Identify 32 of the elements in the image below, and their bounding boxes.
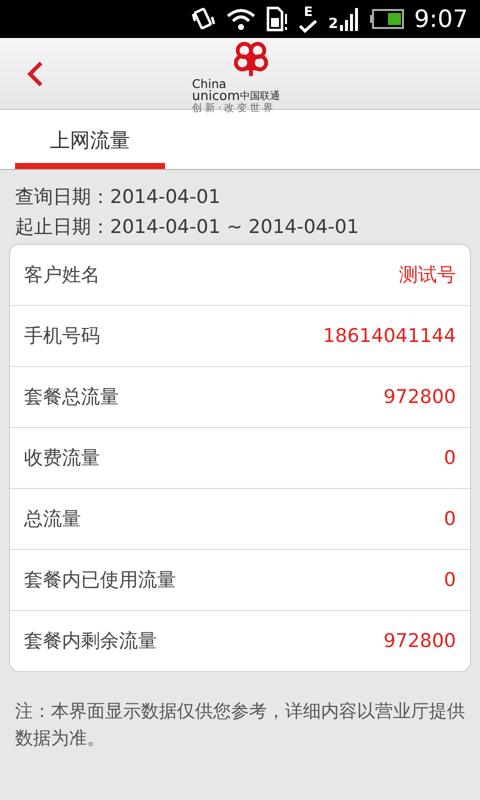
field-label: 手机号码 — [24, 324, 100, 349]
checkmark-icon — [298, 18, 318, 32]
battery-icon — [370, 9, 404, 29]
field-value: 972800 — [383, 384, 456, 410]
knot-logo-icon — [232, 40, 270, 78]
logo-text: China — [192, 78, 226, 90]
network-type-label: E — [304, 6, 313, 18]
sim-card-icon — [266, 6, 288, 32]
date-range: 起止日期：2014-04-01 ~ 2014-04-01 — [15, 215, 360, 240]
field-label: 套餐内已使用流量 — [24, 568, 176, 593]
field-value: 972800 — [383, 628, 456, 654]
logo-text: 中国联通 — [240, 90, 280, 102]
logo-slogan: 创新·改变世界 — [192, 103, 276, 115]
wifi-icon — [226, 7, 256, 31]
field-label: 套餐总流量 — [24, 384, 119, 410]
field-label: 客户姓名 — [24, 262, 100, 288]
vibrate-icon — [190, 6, 216, 32]
field-value: 测试号 — [399, 262, 456, 288]
field-value: 0 — [444, 568, 456, 593]
signal-icon — [340, 7, 360, 31]
disclaimer-note: 注：本界面显示数据仅供您参考，详细内容以营业厅提供数据为准。 — [14, 700, 466, 751]
field-label: 套餐内剩余流量 — [24, 628, 157, 654]
logo-text: unicom — [192, 90, 240, 103]
field-value: 18614041144 — [323, 324, 456, 349]
field-label: 总流量 — [24, 506, 81, 532]
back-icon — [25, 60, 45, 88]
query-date: 查询日期：2014-04-01 — [15, 185, 222, 210]
field-value: 0 — [444, 506, 456, 532]
field-value: 0 — [444, 446, 456, 471]
field-label: 收费流量 — [24, 446, 100, 471]
clock-time: 9:07 — [414, 4, 468, 35]
sim-slot-label: 2 — [328, 17, 338, 31]
